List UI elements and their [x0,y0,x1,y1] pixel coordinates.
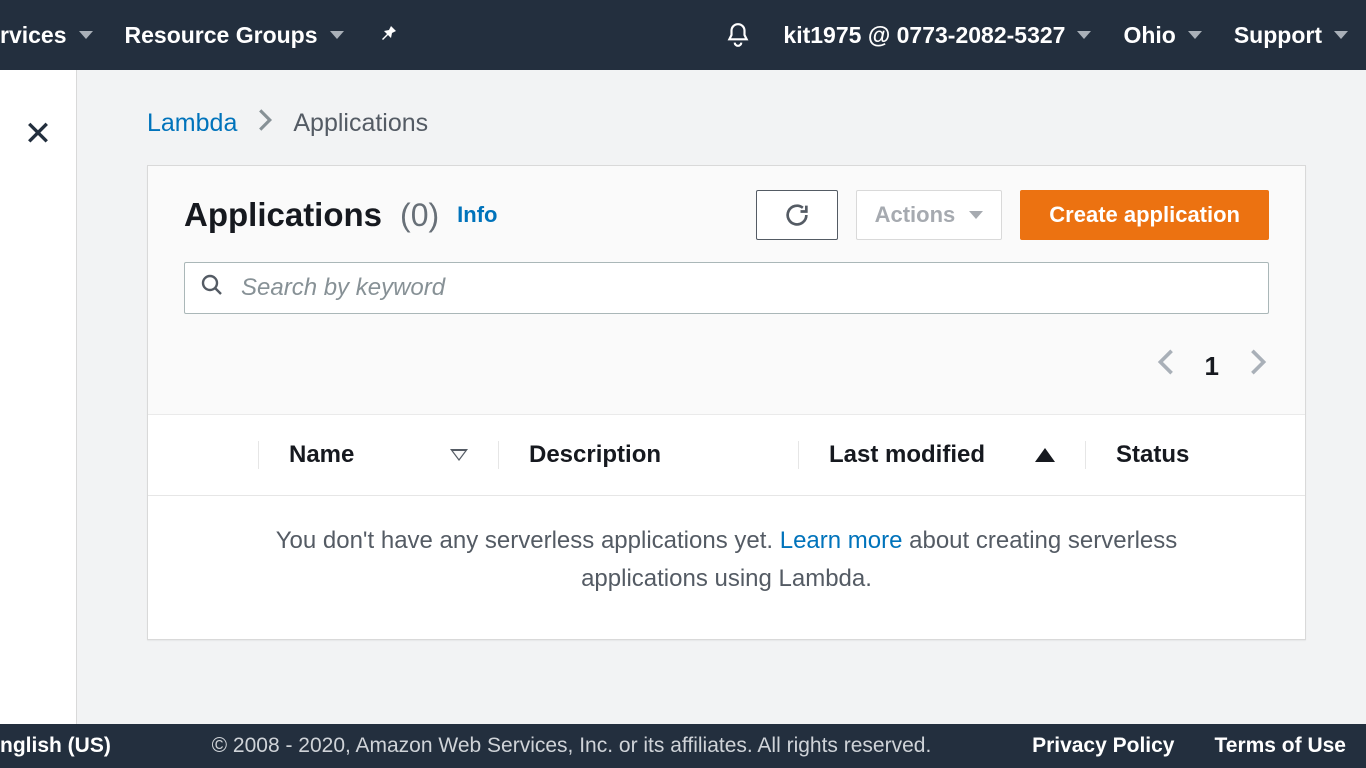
nav-account-label: kit1975 @ 0773-2082-5327 [783,22,1065,49]
applications-table: Name Description Last modified Status Yo… [148,415,1305,639]
column-last-modified[interactable]: Last modified [798,441,1085,469]
page-number: 1 [1205,351,1219,382]
caret-down-icon [330,31,344,39]
chevron-right-icon [257,108,273,139]
column-status[interactable]: Status [1085,441,1305,469]
footer: nglish (US) © 2008 - 2020, Amazon Web Se… [0,724,1366,768]
nav-account[interactable]: kit1975 @ 0773-2082-5327 [783,22,1091,49]
main-content: Lambda Applications Applications (0) Inf… [77,70,1366,724]
applications-count: (0) [400,197,439,234]
footer-copyright: © 2008 - 2020, Amazon Web Services, Inc.… [151,734,992,758]
nav-services[interactable]: rvices [0,22,93,49]
nav-support[interactable]: Support [1234,22,1348,49]
table-header: Name Description Last modified Status [148,415,1305,495]
panel-header: Applications (0) Info Actions Create app… [148,166,1305,415]
page-prev-button[interactable] [1157,348,1175,384]
refresh-icon [783,201,811,229]
sort-desc-icon [450,449,468,461]
breadcrumb-lambda[interactable]: Lambda [147,109,237,138]
learn-more-link[interactable]: Learn more [780,527,903,554]
refresh-button[interactable] [756,190,838,240]
nav-support-label: Support [1234,22,1322,49]
privacy-policy-link[interactable]: Privacy Policy [1032,734,1174,758]
nav-region[interactable]: Ohio [1123,22,1201,49]
breadcrumb-current: Applications [293,109,428,138]
terms-of-use-link[interactable]: Terms of Use [1215,734,1347,758]
close-icon[interactable]: ✕ [24,114,53,154]
applications-panel: Applications (0) Info Actions Create app… [147,165,1306,640]
empty-text-pre: You don't have any serverless applicatio… [276,527,780,554]
column-name[interactable]: Name [258,441,498,469]
nav-services-label: rvices [0,22,67,49]
notifications-icon[interactable] [725,20,751,50]
page-title: Applications [184,196,382,234]
pin-icon[interactable] [376,23,400,47]
actions-button[interactable]: Actions [856,190,1003,240]
title-row: Applications (0) Info Actions Create app… [184,190,1269,240]
nav-resource-groups-label: Resource Groups [125,22,318,49]
column-last-modified-label: Last modified [829,441,985,469]
column-name-label: Name [289,441,354,469]
column-description[interactable]: Description [498,441,798,469]
empty-state: You don't have any serverless applicatio… [148,495,1305,639]
side-panel: ✕ [0,70,77,724]
actions-label: Actions [875,202,956,228]
info-link[interactable]: Info [457,202,497,228]
search-icon [200,273,224,303]
page-next-button[interactable] [1249,348,1267,384]
pagination: 1 [184,348,1269,384]
create-application-button[interactable]: Create application [1020,190,1269,240]
caret-down-icon [969,211,983,219]
caret-down-icon [79,31,93,39]
nav-region-label: Ohio [1123,22,1175,49]
column-status-label: Status [1116,441,1189,469]
nav-resource-groups[interactable]: Resource Groups [125,22,344,49]
breadcrumb: Lambda Applications [147,108,1306,139]
search-row [184,262,1269,314]
caret-down-icon [1188,31,1202,39]
sort-asc-icon [1035,448,1055,462]
search-input[interactable] [184,262,1269,314]
caret-down-icon [1077,31,1091,39]
create-application-label: Create application [1049,202,1240,228]
caret-down-icon [1334,31,1348,39]
global-nav: rvices Resource Groups kit1975 @ 0773-20… [0,0,1366,70]
language-selector[interactable]: nglish (US) [0,734,111,758]
column-description-label: Description [529,441,661,469]
